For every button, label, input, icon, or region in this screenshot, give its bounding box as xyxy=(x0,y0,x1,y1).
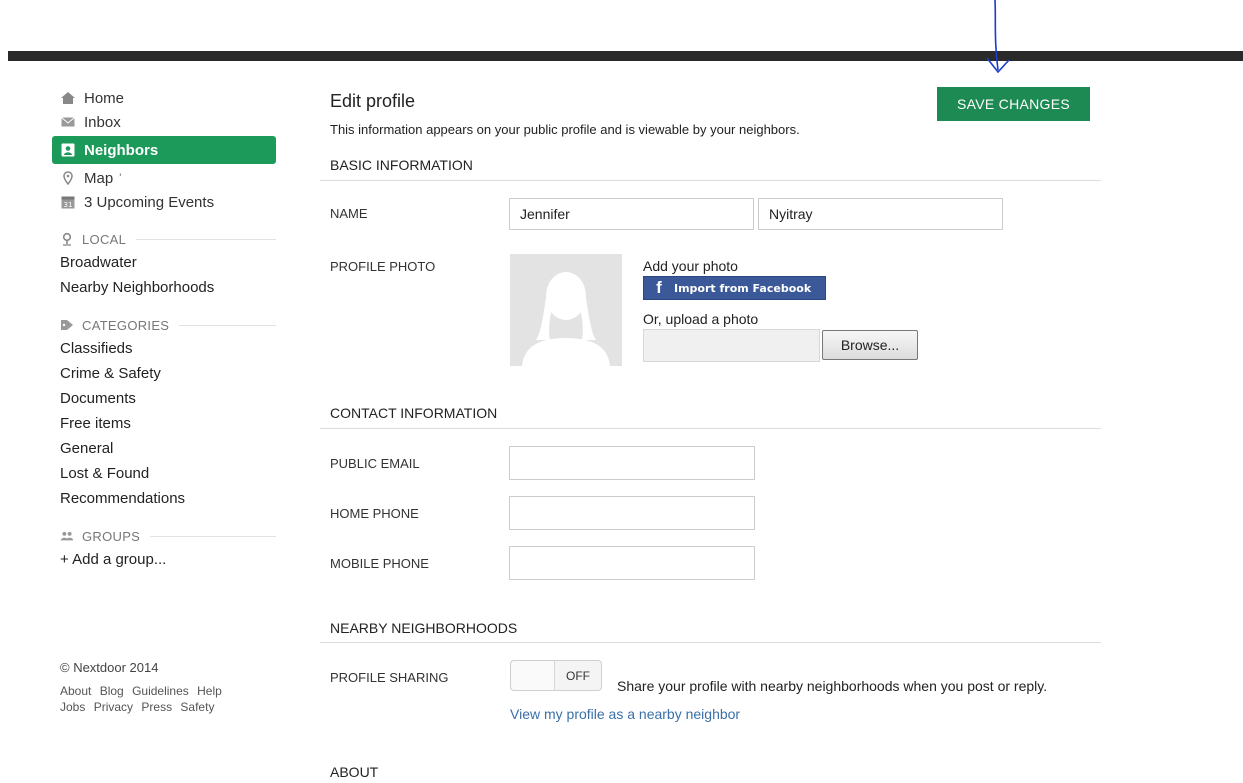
import-from-facebook-button[interactable]: f Import from Facebook xyxy=(643,276,826,300)
first-name-input[interactable] xyxy=(509,198,754,230)
file-path-field[interactable] xyxy=(643,329,820,362)
top-bar xyxy=(8,51,1243,61)
tag-icon xyxy=(60,318,74,332)
section-divider xyxy=(179,324,276,326)
section-divider xyxy=(136,238,276,240)
add-photo-text: Add your photo xyxy=(643,258,738,274)
footer-link-help[interactable]: Help xyxy=(197,684,222,698)
footer-link-blog[interactable]: Blog xyxy=(100,684,124,698)
section-divider xyxy=(320,180,1101,181)
section-divider xyxy=(150,535,276,537)
footer-link-privacy[interactable]: Privacy xyxy=(94,700,133,714)
category-link[interactable]: Lost & Found xyxy=(52,461,276,486)
basic-information-heading: BASIC INFORMATION xyxy=(330,157,473,173)
sidebar-item-inbox[interactable]: Inbox xyxy=(52,110,276,134)
groups-section-header: GROUPS xyxy=(52,525,276,547)
category-link[interactable]: Recommendations xyxy=(52,486,276,511)
contact-information-heading: CONTACT INFORMATION xyxy=(330,405,498,421)
sidebar-item-home[interactable]: Home xyxy=(52,86,276,110)
category-link[interactable]: Classifieds xyxy=(52,336,276,361)
browse-button[interactable]: Browse... xyxy=(822,330,918,360)
footer-link-about[interactable]: About xyxy=(60,684,91,698)
categories-section-header: CATEGORIES xyxy=(52,314,276,336)
save-changes-button[interactable]: SAVE CHANGES xyxy=(937,87,1090,121)
public-email-label: PUBLIC EMAIL xyxy=(330,456,420,471)
sidebar: Home Inbox Neighbors Map ' 31 3 Upcoming… xyxy=(52,86,276,572)
envelope-icon xyxy=(60,114,76,130)
sidebar-item-label: Inbox xyxy=(84,113,121,131)
profile-photo-label: PROFILE PHOTO xyxy=(330,259,436,274)
home-phone-input[interactable] xyxy=(509,496,755,530)
sidebar-item-map[interactable]: Map ' xyxy=(52,166,276,190)
house-icon xyxy=(60,90,76,106)
profile-sharing-description: Share your profile with nearby neighborh… xyxy=(617,678,1048,694)
facebook-icon: f xyxy=(656,278,662,297)
category-link[interactable]: Crime & Safety xyxy=(52,361,276,386)
copyright: © Nextdoor 2014 xyxy=(60,660,159,675)
sidebar-item-label: Home xyxy=(84,89,125,107)
svg-text:31: 31 xyxy=(64,201,73,209)
footer-links-row-2: Jobs Privacy Press Safety xyxy=(60,699,227,715)
public-email-input[interactable] xyxy=(509,446,755,480)
annotation-arrow-icon xyxy=(986,0,1010,74)
section-divider xyxy=(320,428,1101,429)
profile-sharing-toggle[interactable]: OFF xyxy=(510,660,602,691)
footer-link-jobs[interactable]: Jobs xyxy=(60,700,85,714)
section-divider xyxy=(320,642,1101,643)
footer-links-row-1: About Blog Guidelines Help xyxy=(60,683,227,699)
category-link[interactable]: Documents xyxy=(52,386,276,411)
upload-photo-text: Or, upload a photo xyxy=(643,311,759,327)
sidebar-item-label: Neighbors xyxy=(84,141,159,159)
footer: © Nextdoor 2014 About Blog Guidelines He… xyxy=(60,660,227,715)
default-avatar-icon xyxy=(522,272,610,366)
mobile-phone-label: MOBILE PHONE xyxy=(330,556,429,571)
avatar xyxy=(510,254,622,366)
page-title: Edit profile xyxy=(330,91,416,111)
category-link[interactable]: Free items xyxy=(52,411,276,436)
toggle-knob xyxy=(511,661,555,690)
nearby-neighborhoods-heading: NEARBY NEIGHBORHOODS xyxy=(330,620,518,636)
add-group-link[interactable]: + Add a group... xyxy=(52,547,276,572)
calendar-icon: 31 xyxy=(60,194,76,210)
local-link-nearby[interactable]: Nearby Neighborhoods xyxy=(52,275,276,300)
page-subtitle: This information appears on your public … xyxy=(330,122,800,137)
map-suffix: ' xyxy=(119,172,122,184)
people-icon xyxy=(60,529,74,543)
profile-sharing-label: PROFILE SHARING xyxy=(330,670,449,685)
location-pin-icon xyxy=(60,232,74,246)
footer-link-safety[interactable]: Safety xyxy=(180,700,214,714)
sidebar-item-label: 3 Upcoming Events xyxy=(84,193,215,211)
footer-link-press[interactable]: Press xyxy=(141,700,172,714)
last-name-input[interactable] xyxy=(758,198,1003,230)
view-profile-as-neighbor-link[interactable]: View my profile as a nearby neighbor xyxy=(510,706,740,722)
footer-link-guidelines[interactable]: Guidelines xyxy=(132,684,189,698)
person-card-icon xyxy=(60,142,76,158)
toggle-state: OFF xyxy=(566,668,590,683)
about-heading: ABOUT xyxy=(330,764,379,780)
name-label: NAME xyxy=(330,206,368,221)
sidebar-item-neighbors[interactable]: Neighbors xyxy=(52,136,276,164)
local-section-header: LOCAL xyxy=(52,228,276,250)
category-link[interactable]: General xyxy=(52,436,276,461)
sidebar-item-label: Map xyxy=(84,169,114,187)
map-pin-icon xyxy=(60,170,76,186)
mobile-phone-input[interactable] xyxy=(509,546,755,580)
home-phone-label: HOME PHONE xyxy=(330,506,419,521)
local-link-broadwater[interactable]: Broadwater xyxy=(52,250,276,275)
sidebar-item-events[interactable]: 31 3 Upcoming Events xyxy=(52,190,276,214)
